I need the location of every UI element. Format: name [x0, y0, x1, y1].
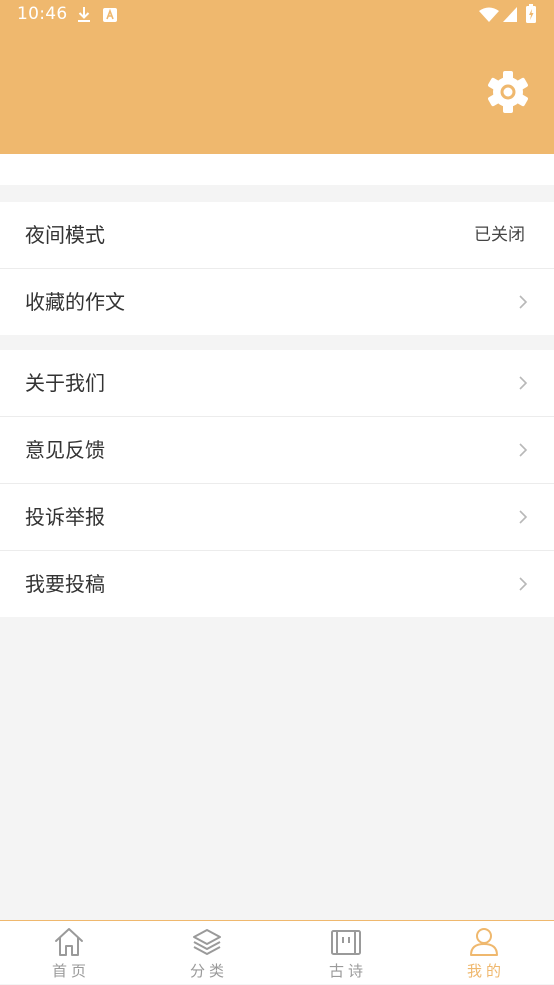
favorites-label: 收藏的作文: [25, 290, 125, 314]
tab-home-label: 首页: [51, 962, 90, 980]
submit-article-label: 我要投稿: [25, 572, 105, 596]
night-mode-row[interactable]: 夜间模式 已关闭: [0, 202, 554, 268]
a-letter-icon: [103, 8, 117, 22]
tab-mine[interactable]: 我的: [415, 921, 553, 985]
report-row[interactable]: 投诉举报: [0, 483, 554, 550]
wifi-icon: [479, 7, 499, 22]
tab-home[interactable]: 首页: [0, 921, 138, 985]
menu-group-preferences: 夜间模式 已关闭 收藏的作文: [0, 202, 554, 335]
user-icon: [470, 928, 498, 956]
download-icon: [78, 7, 90, 22]
report-label: 投诉举报: [25, 505, 105, 529]
tab-category-label: 分类: [189, 962, 228, 980]
about-us-row[interactable]: 关于我们: [0, 350, 554, 416]
feedback-label: 意见反馈: [25, 438, 105, 462]
chevron-right-icon: [519, 577, 528, 591]
menu-group-info: 关于我们 意见反馈 投诉举报 我要投稿: [0, 350, 554, 617]
layers-icon: [193, 929, 221, 955]
night-mode-label: 夜间模式: [25, 223, 105, 247]
bottom-tab-bar: 首页 分类 古诗 我的: [0, 920, 554, 984]
profile-header: 10:46: [0, 0, 554, 154]
status-bar: 10:46: [0, 0, 554, 30]
chevron-right-icon: [519, 510, 528, 524]
favorites-row[interactable]: 收藏的作文: [0, 268, 554, 335]
tab-poems-label: 古诗: [328, 962, 367, 980]
chevron-right-icon: [519, 443, 528, 457]
gear-icon[interactable]: [484, 68, 532, 116]
chevron-right-icon: [519, 376, 528, 390]
night-mode-status: 已关闭: [474, 225, 525, 245]
home-icon: [55, 928, 83, 956]
scroll-icon: [331, 930, 361, 955]
status-time: 10:46: [17, 4, 68, 24]
tab-mine-label: 我的: [466, 962, 505, 980]
tab-poems[interactable]: 古诗: [277, 921, 415, 985]
submit-article-row[interactable]: 我要投稿: [0, 550, 554, 617]
tab-category[interactable]: 分类: [138, 921, 276, 985]
chevron-right-icon: [519, 295, 528, 309]
battery-charging-icon: [526, 4, 536, 23]
signal-icon: [503, 7, 517, 22]
header-bottom-strip: [0, 154, 554, 185]
feedback-row[interactable]: 意见反馈: [0, 416, 554, 483]
about-us-label: 关于我们: [25, 371, 105, 395]
